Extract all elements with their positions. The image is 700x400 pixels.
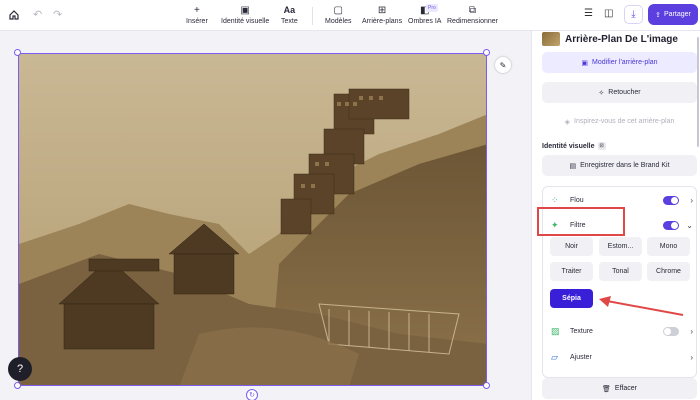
resize-handle-tl[interactable] — [14, 49, 21, 56]
flou-toggle[interactable] — [663, 195, 679, 205]
share-button[interactable]: ⇪ Partager — [648, 4, 698, 25]
redo-icon[interactable]: ↷ — [53, 8, 62, 21]
toolbar-divider — [312, 7, 313, 25]
sepia-photo[interactable] — [18, 53, 487, 386]
effect-label-ajuster: Ajuster — [570, 353, 592, 361]
resize-handle-br[interactable] — [483, 382, 490, 389]
shadows-label: Ombres IA — [408, 18, 442, 25]
share-icon: ⇪ — [655, 11, 661, 19]
brand-kit-icon: ▤ — [569, 162, 577, 170]
save-brand-kit-button[interactable]: ▤ Enregistrer dans le Brand Kit — [542, 155, 697, 176]
brand-section-title: Identité visuelle ⊡ — [542, 142, 606, 150]
filtre-toggle[interactable] — [663, 220, 679, 230]
trash-icon: 🗑 — [602, 385, 611, 393]
share-label: Partager — [664, 11, 691, 18]
filter-traiter[interactable]: Traiter — [550, 262, 593, 281]
adjust-icon: ▱ — [551, 351, 558, 362]
canvas-area: ✎ ? ↻ — [0, 31, 531, 400]
annotation-arrow — [599, 296, 684, 316]
effect-row-texture[interactable]: ▨ Texture › — [543, 320, 698, 342]
modify-background-button[interactable]: ▣ Modifier l'arrière-plan — [542, 52, 697, 73]
filtre-highlight-box — [537, 207, 625, 236]
filter-sepia[interactable]: Sépia — [550, 289, 593, 308]
image-thumbnail — [542, 32, 560, 46]
inspire-label: Inspirez-vous de cet arrière-plan — [574, 118, 675, 125]
chevron-right-icon[interactable]: › — [690, 353, 693, 362]
inspire-button[interactable]: ◈ Inspirez-vous de cet arrière-plan — [542, 111, 697, 132]
resize-handle-bl[interactable] — [14, 382, 21, 389]
help-icon[interactable]: ? — [8, 357, 32, 381]
templates-label: Modèles — [325, 18, 352, 25]
top-toolbar: ↶ ↷ + Insérer ▣ Identité visuelle Aa Tex… — [0, 0, 700, 31]
background-icon: ⊞ — [377, 4, 387, 16]
resize-tool[interactable]: ⧉ Redimensionner — [447, 4, 498, 26]
panel-title: Arrière-Plan De L'image — [565, 33, 678, 45]
chevron-right-icon[interactable]: › — [690, 327, 693, 336]
resize-label: Redimensionner — [447, 18, 498, 25]
resize-icon: ⧉ — [468, 4, 477, 16]
chevron-down-icon[interactable]: ⌄ — [686, 221, 693, 230]
insert-tool[interactable]: + Insérer — [186, 4, 208, 26]
brand-badge: ⊡ — [597, 142, 606, 150]
retouch-button[interactable]: ✧ Retoucher — [542, 82, 697, 103]
pro-badge: Pro — [426, 4, 438, 12]
templates-tool[interactable]: ▢ Modèles — [325, 4, 352, 26]
filter-mono[interactable]: Mono — [647, 237, 690, 256]
text-icon: Aa — [283, 5, 296, 15]
effect-label-flou: Flou — [570, 196, 584, 204]
layers-icon[interactable]: ☰ — [584, 8, 593, 19]
modify-background-label: Modifier l'arrière-plan — [592, 59, 658, 66]
resize-handle-tr[interactable] — [483, 49, 490, 56]
panel-header: Arrière-Plan De L'image — [542, 31, 678, 47]
filter-estom[interactable]: Estom... — [599, 237, 642, 256]
panel-toggle-icon[interactable]: ◫ — [604, 8, 613, 19]
plus-icon: + — [193, 4, 200, 16]
filter-chrome[interactable]: Chrome — [647, 262, 690, 281]
save-brand-kit-label: Enregistrer dans le Brand Kit — [580, 162, 670, 169]
brand-tool[interactable]: ▣ Identité visuelle — [221, 4, 270, 26]
text-label: Texte — [281, 18, 298, 25]
backgrounds-label: Arrière-plans — [362, 18, 403, 25]
effect-label-texture: Texture — [570, 327, 593, 335]
image-edit-icon: ▣ — [581, 59, 589, 67]
ai-edit-icon[interactable]: ✎ — [495, 57, 511, 73]
chevron-right-icon[interactable]: › — [690, 196, 693, 205]
effect-row-ajuster[interactable]: ▱ Ajuster › — [543, 346, 698, 368]
backgrounds-tool[interactable]: ⊞ Arrière-plans — [362, 4, 403, 26]
download-icon: ⤓ — [631, 9, 636, 20]
layers-stack-icon: ◈ — [564, 118, 570, 126]
text-tool[interactable]: Aa Texte — [281, 4, 298, 25]
brand-label: Identité visuelle — [221, 18, 270, 25]
filter-tonal[interactable]: Tonal — [599, 262, 642, 281]
brand-icon: ▣ — [240, 4, 250, 16]
texture-toggle[interactable] — [663, 326, 679, 336]
retouch-icon: ✧ — [598, 89, 605, 97]
insert-label: Insérer — [186, 18, 208, 25]
download-button[interactable]: ⤓ — [624, 5, 643, 24]
panel-scrollbar[interactable] — [697, 37, 699, 147]
brand-section-label: Identité visuelle — [542, 142, 595, 150]
home-icon[interactable] — [6, 6, 22, 24]
clear-button[interactable]: 🗑 Effacer — [542, 378, 697, 399]
retouch-label: Retoucher — [608, 89, 641, 96]
filter-noir[interactable]: Noir — [550, 237, 593, 256]
texture-icon: ▨ — [551, 325, 560, 336]
clear-label: Effacer — [614, 385, 637, 392]
undo-icon[interactable]: ↶ — [33, 8, 42, 21]
template-icon: ▢ — [333, 4, 343, 16]
blur-icon: ⁘ — [551, 194, 559, 205]
rotate-icon[interactable]: ↻ — [246, 389, 258, 400]
